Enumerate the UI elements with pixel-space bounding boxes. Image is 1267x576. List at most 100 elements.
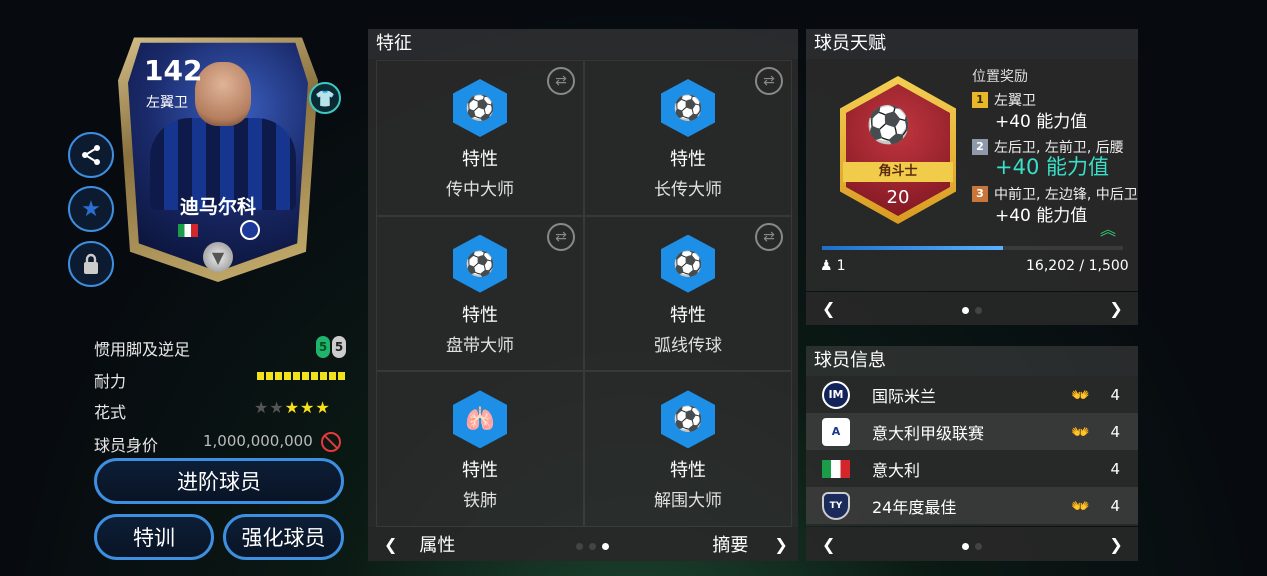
- player-value: 1,000,000,000: [203, 432, 313, 450]
- star-empty-icon: ★: [269, 398, 285, 417]
- stamina-segment: [293, 372, 300, 380]
- page-dot: [589, 542, 597, 550]
- page-dots: [959, 534, 985, 555]
- lock-button[interactable]: [68, 241, 114, 287]
- info-row-club[interactable]: IM 国际米兰 👐 4: [806, 376, 1138, 413]
- trait-card[interactable]: ⇄ ⚽ 特性 长传大师: [584, 60, 792, 216]
- favorite-button[interactable]: ★: [68, 186, 114, 232]
- traits-footer: ❮ 属性 摘要 ❯: [368, 527, 798, 561]
- star-icon: ★: [81, 196, 101, 222]
- page-dot: [975, 307, 983, 314]
- star-empty-icon: ★: [254, 398, 270, 417]
- trait-name: 长传大师: [654, 180, 722, 200]
- person-icon: ♟: [820, 258, 833, 274]
- card-player-name: 迪马尔科: [179, 196, 256, 218]
- info-row-rating: 4: [1110, 422, 1120, 441]
- toty-icon: TY: [822, 491, 850, 520]
- nation-flag-icon: [178, 224, 198, 237]
- rank-badge: 1: [972, 92, 988, 108]
- page-dot-active: [602, 542, 610, 550]
- info-row-rating: 4: [1110, 459, 1120, 478]
- rank-badge: 2: [972, 139, 988, 155]
- trait-card[interactable]: ⚽ 特性 解围大师: [584, 371, 792, 527]
- trait-name: 盘带大师: [446, 335, 514, 356]
- info-header: 球员信息: [806, 346, 1138, 376]
- talent-count: ♟ 1: [820, 258, 845, 274]
- skill-stars: ★★★★★: [254, 398, 331, 417]
- trait-card[interactable]: ⇄ ⚽ 特性 传中大师: [376, 60, 584, 216]
- trait-card[interactable]: ⇄ ⚽ 特性 弧线传球: [584, 215, 792, 372]
- card-position: 左翼卫: [146, 95, 188, 111]
- info-row-program[interactable]: TY 24年度最佳 👐 4: [806, 487, 1138, 524]
- bonus-value: +40 能力值: [995, 206, 1088, 226]
- trait-type: 特性: [670, 149, 706, 170]
- page-dot: [576, 542, 584, 550]
- lungs-icon: 🫁: [453, 390, 507, 449]
- talent-progress-text: 16,202 / 1,500: [1026, 258, 1129, 274]
- card-tier-icon: ▼: [203, 242, 233, 272]
- cross-ball-icon: ⚽: [453, 79, 507, 137]
- training-button[interactable]: 特训: [94, 514, 214, 560]
- trait-card[interactable]: 🫁 特性 铁肺: [376, 371, 584, 527]
- left-foot-icon: 5: [316, 336, 330, 358]
- trait-name: 弧线传球: [654, 335, 722, 356]
- curve-pass-icon: ⚽: [661, 234, 715, 293]
- stamina-label: 耐力: [94, 372, 127, 391]
- trait-type: 特性: [462, 304, 498, 326]
- chevron-right-icon[interactable]: ❯: [1109, 535, 1122, 554]
- kit-icon[interactable]: 👕: [309, 82, 341, 114]
- talent-badge-level: 20: [886, 187, 910, 208]
- info-row-rating: 4: [1110, 385, 1120, 404]
- chevron-right-icon[interactable]: ❯: [774, 535, 787, 554]
- talent-title: 球员天赋: [814, 33, 886, 54]
- info-row-name: 意大利甲级联赛: [872, 423, 985, 443]
- stamina-segment: [329, 372, 336, 380]
- gladiator-icon: ⚽: [866, 105, 911, 146]
- next-page-label[interactable]: 摘要: [712, 531, 748, 557]
- star-filled-icon: ★: [300, 398, 316, 417]
- info-row-nation[interactable]: 意大利 4: [806, 450, 1138, 487]
- chevron-right-icon[interactable]: ❯: [1109, 299, 1122, 318]
- share-button[interactable]: [68, 132, 114, 178]
- trait-card[interactable]: ⇄ ⚽ 特性 盘带大师: [376, 215, 584, 372]
- trait-name: 铁肺: [463, 491, 497, 512]
- player-portrait: [195, 62, 251, 126]
- info-row-rating: 4: [1110, 496, 1120, 515]
- no-trade-icon: [321, 432, 341, 452]
- stamina-segment: [275, 372, 282, 380]
- club-badge-icon: [240, 220, 260, 240]
- swap-icon[interactable]: ⇄: [547, 67, 575, 95]
- long-pass-icon: ⚽: [661, 79, 715, 137]
- chevron-left-icon[interactable]: ❮: [384, 535, 397, 554]
- skill-label: 花式: [94, 403, 127, 422]
- stamina-bar: [257, 372, 345, 380]
- trait-type: 特性: [670, 304, 706, 326]
- glove-icon: 👐: [1071, 422, 1090, 441]
- glove-icon: 👐: [1071, 496, 1090, 515]
- prev-page-label[interactable]: 属性: [419, 531, 455, 557]
- chevron-left-icon[interactable]: ❮: [822, 535, 835, 554]
- stamina-segment: [284, 372, 291, 380]
- promote-player-button[interactable]: 进阶球员: [94, 458, 344, 504]
- stamina-segment: [320, 372, 327, 380]
- foot-label: 惯用脚及逆足: [94, 340, 191, 359]
- swap-icon[interactable]: ⇄: [547, 222, 575, 251]
- info-row-league[interactable]: A 意大利甲级联赛 👐 4: [806, 413, 1138, 450]
- chevron-left-icon[interactable]: ❮: [822, 299, 835, 318]
- traits-grid: ⇄ ⚽ 特性 传中大师 ⇄ ⚽ 特性 长传大师 ⇄ ⚽ 特性 盘带大师 ⇄ ⚽ …: [376, 60, 792, 527]
- page-dot-active: [962, 542, 970, 550]
- swap-icon[interactable]: ⇄: [755, 222, 783, 251]
- inter-crest-icon: IM: [822, 380, 850, 409]
- info-panel: IM 国际米兰 👐 4 A 意大利甲级联赛 👐 4 意大利 4 TY 24年度最…: [806, 376, 1138, 526]
- page-dot: [975, 542, 983, 550]
- bonus-value-highlight: +40 能力值: [995, 155, 1109, 179]
- chevron-up-icon[interactable]: ︽: [1100, 216, 1116, 240]
- clearance-icon: ⚽: [661, 390, 715, 449]
- info-title: 球员信息: [814, 350, 886, 371]
- card-rating: 142: [144, 54, 203, 87]
- stamina-segment: [266, 372, 273, 380]
- swap-icon[interactable]: ⇄: [755, 67, 783, 95]
- stamina-segment: [257, 372, 264, 380]
- page-dot-active: [962, 307, 970, 314]
- enhance-player-button[interactable]: 强化球员: [223, 514, 344, 560]
